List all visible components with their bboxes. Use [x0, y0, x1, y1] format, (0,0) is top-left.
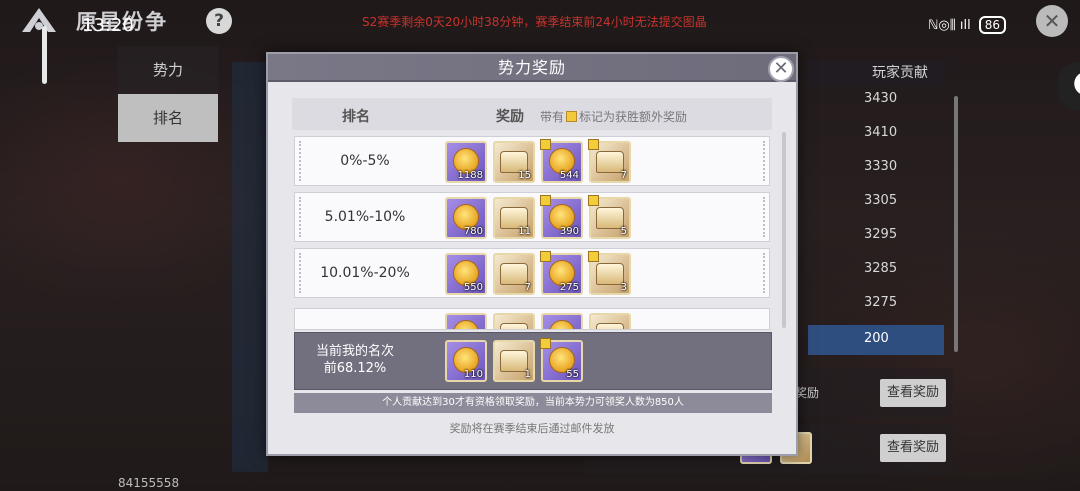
gold-coin-icon[interactable]: 390	[540, 195, 583, 239]
contribution-value: 3430	[864, 91, 898, 106]
contribution-header: 玩家贡献	[808, 60, 946, 86]
view-reward-button[interactable]: 查看奖励	[880, 434, 946, 462]
contribution-value: 3410	[864, 125, 898, 140]
item-count: 11	[518, 226, 531, 237]
reward-table-header: 排名 奖励 带有 标记为获胜额外奖励	[292, 98, 772, 130]
gold-coin-icon[interactable]: 550	[445, 253, 487, 295]
my-reward-items: 110 1 55	[445, 338, 583, 382]
my-contribution-row: 200	[808, 325, 944, 355]
status-icons: ℕ◎⫼ ıll 86	[928, 16, 1006, 34]
treasure-chest-icon[interactable]	[589, 313, 631, 329]
bonus-legend: 带有 标记为获胜额外奖励	[540, 108, 687, 125]
reward-panel-label: 奖励	[795, 386, 820, 400]
my-rank-label: 当前我的名次	[315, 344, 394, 359]
bonus-star-icon	[588, 139, 599, 150]
treasure-chest-icon[interactable]: 7	[493, 253, 535, 295]
item-count: 275	[559, 282, 579, 293]
tab-faction[interactable]: 势力	[118, 46, 218, 94]
bonus-legend-suffix: 标记为获胜额外奖励	[579, 110, 688, 124]
treasure-chest-icon[interactable]: 7	[588, 139, 631, 183]
bonus-star-icon	[588, 195, 599, 206]
gold-coin-icon[interactable]: 544	[540, 139, 583, 183]
reward-items: 780 11 390 5	[445, 195, 631, 239]
faction-reward-dialog: 势力奖励 ✕ 排名 奖励 带有 标记为获胜额外奖励 0%-5% 1188 15 5…	[266, 52, 798, 456]
gold-coin-icon[interactable]: 780	[445, 197, 487, 239]
bonus-legend-prefix: 带有	[540, 110, 565, 124]
contribution-value: 3295	[864, 227, 898, 242]
rank-column-header: 排名	[342, 109, 370, 125]
bonus-star-icon	[540, 139, 551, 150]
help-button[interactable]: ?	[206, 8, 232, 34]
item-count: 1188	[457, 170, 483, 181]
bonus-star-icon	[540, 251, 551, 262]
item-count: 110	[463, 369, 483, 380]
rank-range: 5.01%-10%	[324, 209, 406, 225]
treasure-chest-icon[interactable]: 1	[493, 340, 535, 382]
reward-items: 1188 15 544 7	[445, 139, 631, 183]
dialog-title: 势力奖励	[268, 54, 796, 82]
status-time: 13:20	[82, 15, 134, 36]
rank-range: 0%-5%	[340, 153, 390, 169]
contribution-list: 3430 3410 3330 3305 3295 3285 3275	[808, 86, 944, 324]
reward-row: 0%-5% 1188 15 544 7	[294, 136, 770, 186]
item-count: 15	[518, 170, 531, 181]
battery-indicator: 86	[978, 16, 1006, 34]
item-count: 544	[559, 170, 579, 181]
item-count: 550	[463, 282, 483, 293]
drag-handle[interactable]	[42, 26, 47, 84]
player-id: 84155558	[118, 476, 180, 490]
gold-coin-icon[interactable]	[445, 313, 487, 329]
my-rank-value: 前68.12%	[323, 361, 387, 376]
gold-coin-icon[interactable]: 1188	[445, 141, 487, 183]
tab-ranking[interactable]: 排名	[118, 94, 218, 142]
treasure-chest-icon[interactable]	[493, 313, 535, 329]
reward-column-header: 奖励	[496, 109, 524, 125]
contribution-value: 3275	[864, 295, 898, 310]
bonus-star-icon	[540, 195, 551, 206]
signal-icon: ℕ◎⫼ ıll	[928, 17, 971, 33]
my-rank: 当前我的名次 前68.12%	[295, 343, 415, 377]
season-notice: S2赛季剩余0天20小时38分钟，赛季结束前24小时无法提交图晶	[362, 15, 707, 29]
reward-row: 5.01%-10% 780 11 390 5	[294, 192, 770, 242]
faction-logo-icon	[22, 8, 56, 32]
item-count: 7	[620, 170, 627, 181]
row-divider	[763, 197, 765, 237]
item-count: 3	[620, 282, 627, 293]
contribution-value: 3330	[864, 159, 898, 174]
gold-coin-icon[interactable]: 55	[540, 338, 583, 382]
gold-coin-icon[interactable]	[541, 313, 583, 329]
treasure-chest-icon[interactable]: 5	[588, 195, 631, 239]
item-count: 390	[559, 226, 579, 237]
eligibility-note: 个人贡献达到30才有资格领取奖励，当前本势力可领奖人数为850人	[294, 393, 772, 413]
my-rank-row: 当前我的名次 前68.12% 110 1 55	[294, 332, 772, 390]
gold-coin-icon[interactable]: 110	[445, 340, 487, 382]
row-divider	[763, 141, 765, 181]
item-count: 780	[463, 226, 483, 237]
bonus-star-icon	[588, 251, 599, 262]
reward-items	[445, 313, 631, 329]
row-divider	[763, 253, 765, 293]
treasure-chest-icon[interactable]: 11	[493, 197, 535, 239]
list-scrollbar[interactable]	[954, 96, 958, 352]
reward-row-partial	[294, 308, 770, 330]
item-count: 1	[524, 369, 531, 380]
mail-delivery-note: 奖励将在赛季结束后通过邮件发放	[449, 422, 615, 435]
item-count: 55	[566, 369, 579, 380]
contribution-value: 3285	[864, 261, 898, 276]
rank-range: 10.01%-20%	[320, 265, 410, 281]
reward-items: 550 7 275 3	[445, 251, 631, 295]
dialog-scrollbar[interactable]	[782, 132, 786, 328]
contribution-value: 3305	[864, 193, 898, 208]
item-count: 7	[524, 282, 531, 293]
treasure-chest-icon[interactable]: 3	[588, 251, 631, 295]
bonus-star-icon	[540, 338, 551, 349]
close-icon[interactable]: ✕	[1036, 5, 1068, 37]
dialog-close-button[interactable]: ✕	[768, 56, 794, 82]
gold-coin-icon[interactable]: 275	[540, 251, 583, 295]
view-reward-button[interactable]: 查看奖励	[880, 379, 946, 407]
bonus-star-icon	[566, 111, 578, 122]
item-count: 5	[620, 226, 627, 237]
reward-row: 10.01%-20% 550 7 275 3	[294, 248, 770, 298]
treasure-chest-icon[interactable]: 15	[493, 141, 535, 183]
